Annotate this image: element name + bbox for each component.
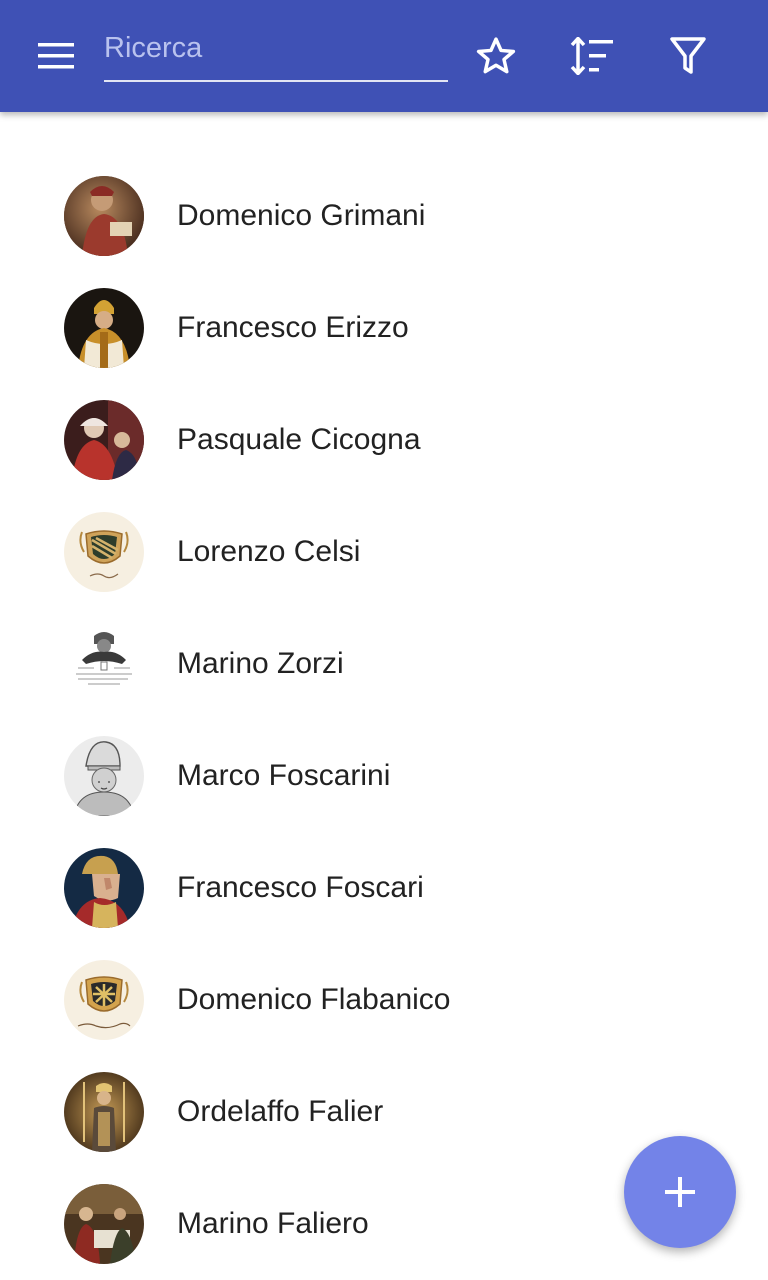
- doge-name: Domenico Flabanico: [177, 983, 451, 1016]
- list-item[interactable]: Domenico Flabanico: [0, 944, 768, 1056]
- avatar: [64, 288, 144, 368]
- list-item[interactable]: Francesco Foscari: [0, 832, 768, 944]
- doge-name: Domenico Grimani: [177, 199, 426, 232]
- avatar: [64, 400, 144, 480]
- filter-button[interactable]: [652, 20, 724, 92]
- avatar: [64, 176, 144, 256]
- filter-icon: [670, 37, 706, 74]
- list-item[interactable]: Marco Foscarini: [0, 720, 768, 832]
- doge-name: Francesco Erizzo: [177, 311, 409, 344]
- avatar: [64, 736, 144, 816]
- list-item[interactable]: Lorenzo Celsi: [0, 496, 768, 608]
- menu-button[interactable]: [20, 20, 92, 92]
- star-outline-icon: [476, 37, 516, 74]
- list-item[interactable]: Francesco Erizzo: [0, 272, 768, 384]
- plus-icon: [665, 1177, 695, 1207]
- avatar: [64, 1072, 144, 1152]
- doge-name: Lorenzo Celsi: [177, 535, 361, 568]
- doge-name: Marino Zorzi: [177, 647, 344, 680]
- hamburger-menu-icon: [38, 43, 74, 69]
- list-item[interactable]: Domenico Grimani: [0, 160, 768, 272]
- doge-name: Marino Faliero: [177, 1207, 369, 1240]
- add-button[interactable]: [624, 1136, 736, 1248]
- avatar: [64, 848, 144, 928]
- avatar: [64, 1184, 144, 1264]
- favorites-button[interactable]: [460, 20, 532, 92]
- doge-name: Ordelaffo Falier: [177, 1095, 384, 1128]
- list-item[interactable]: Marino Zorzi: [0, 608, 768, 720]
- doge-list: Domenico Grimani Francesco Erizzo Pasqua…: [0, 160, 768, 1280]
- avatar: [64, 512, 144, 592]
- app-bar: [0, 0, 768, 112]
- search-field: [104, 24, 448, 82]
- search-input[interactable]: [104, 24, 448, 80]
- list-item[interactable]: Pasquale Cicogna: [0, 384, 768, 496]
- avatar: [64, 960, 144, 1040]
- doge-name: Francesco Foscari: [177, 871, 424, 904]
- doge-name: Marco Foscarini: [177, 759, 391, 792]
- app-screen: Domenico Grimani Francesco Erizzo: [0, 0, 768, 1280]
- sort-button[interactable]: [556, 20, 628, 92]
- avatar: [64, 624, 144, 704]
- sort-icon: [570, 37, 613, 75]
- doge-name: Pasquale Cicogna: [177, 423, 421, 456]
